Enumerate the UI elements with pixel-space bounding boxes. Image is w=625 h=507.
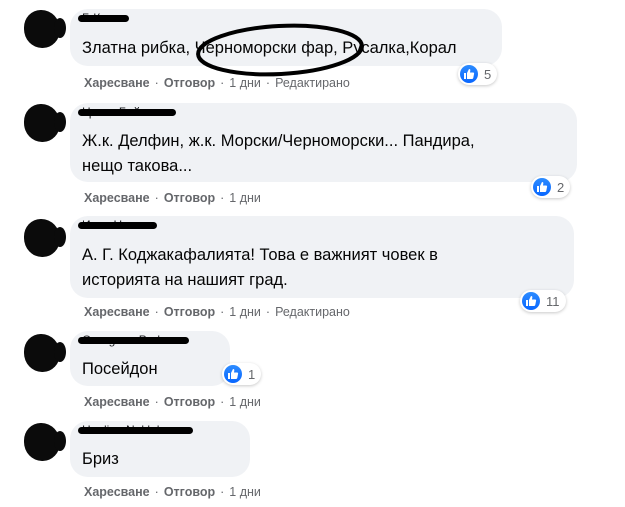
like-icon xyxy=(533,178,551,196)
timestamp[interactable]: 1 дни xyxy=(229,191,261,205)
like-icon xyxy=(224,365,242,383)
reaction-count: 5 xyxy=(484,66,492,82)
comment-text: Златна рибка, Черноморски фар, Русалка,К… xyxy=(82,39,457,57)
author-name[interactable]: Haalina Nekleheva xyxy=(78,423,193,437)
avatar[interactable] xyxy=(24,219,66,257)
like-link[interactable]: Харесване xyxy=(84,305,150,319)
reply-link[interactable]: Отговор xyxy=(164,191,215,205)
avatar[interactable] xyxy=(24,104,66,142)
comment-actions: Харесване · Отговор · 1 дни · Редактиран… xyxy=(84,305,350,319)
reaction-badge[interactable]: 11 xyxy=(520,290,566,312)
like-link[interactable]: Харесване xyxy=(84,76,150,90)
reply-link[interactable]: Отговор xyxy=(164,305,215,319)
avatar[interactable] xyxy=(24,423,66,461)
avatar[interactable] xyxy=(24,334,66,372)
like-icon xyxy=(522,292,540,310)
like-link[interactable]: Харесване xyxy=(84,191,150,205)
comment-bubble: Цвети Байчева Ж.к. Делфин, ж.к. Морски/Ч… xyxy=(70,103,577,182)
comment-actions: Харесване · Отговор · 1 дни xyxy=(84,191,261,205)
comment-text-line-2: нещо такова... xyxy=(82,157,193,175)
comment-text-line-2: историята на нашият град. xyxy=(82,271,288,289)
reaction-badge[interactable]: 1 xyxy=(222,363,262,385)
reaction-badge[interactable]: 2 xyxy=(531,176,571,198)
comment-bubble: Б.Ксич Златна рибка, Черноморски фар, Ру… xyxy=(70,9,502,66)
timestamp[interactable]: 1 дни xyxy=(229,76,261,90)
timestamp[interactable]: 1 дни xyxy=(229,305,261,319)
like-link[interactable]: Харесване xyxy=(84,395,150,409)
like-link[interactable]: Харесване xyxy=(84,485,150,499)
comment-actions: Харесване · Отговор · 1 дни · Редактиран… xyxy=(84,76,350,90)
timestamp[interactable]: 1 дни xyxy=(229,485,261,499)
avatar[interactable] xyxy=(24,10,66,48)
reaction-count: 1 xyxy=(248,366,256,382)
comment-actions: Харесване · Отговор · 1 дни xyxy=(84,395,261,409)
author-name[interactable]: Цвети Байчева xyxy=(78,105,177,119)
comment-bubble: Haalina Nekleheva Бриз xyxy=(70,421,250,477)
reply-link[interactable]: Отговор xyxy=(164,395,215,409)
comment-text-line-1: А. Г. Коджакафалията! Това е важният чов… xyxy=(82,246,438,264)
timestamp[interactable]: 1 дни xyxy=(229,395,261,409)
comment-text: Посейдон xyxy=(82,360,158,378)
author-name[interactable]: Б.Ксич xyxy=(78,11,130,25)
comment-actions: Харесване · Отговор · 1 дни xyxy=(84,485,261,499)
comment-text-line-1: Ж.к. Делфин, ж.к. Морски/Черноморски... … xyxy=(82,132,475,150)
edited-label[interactable]: Редактирано xyxy=(275,305,350,319)
like-icon xyxy=(460,65,478,83)
author-name[interactable]: Иван Неков xyxy=(78,218,158,232)
reaction-badge[interactable]: 5 xyxy=(458,63,498,85)
reply-link[interactable]: Отговор xyxy=(164,485,215,499)
edited-label[interactable]: Редактирано xyxy=(275,76,350,90)
comment-text: Бриз xyxy=(82,450,119,468)
reaction-count: 11 xyxy=(546,293,560,309)
comment-bubble: Иван Неков А. Г. Коджакафалията! Това е … xyxy=(70,216,574,298)
reaction-count: 2 xyxy=(557,179,565,195)
comment-bubble: Gaergana Parlova Посейдон xyxy=(70,331,230,386)
reply-link[interactable]: Отговор xyxy=(164,76,215,90)
author-name[interactable]: Gaergana Parlova xyxy=(78,333,190,347)
